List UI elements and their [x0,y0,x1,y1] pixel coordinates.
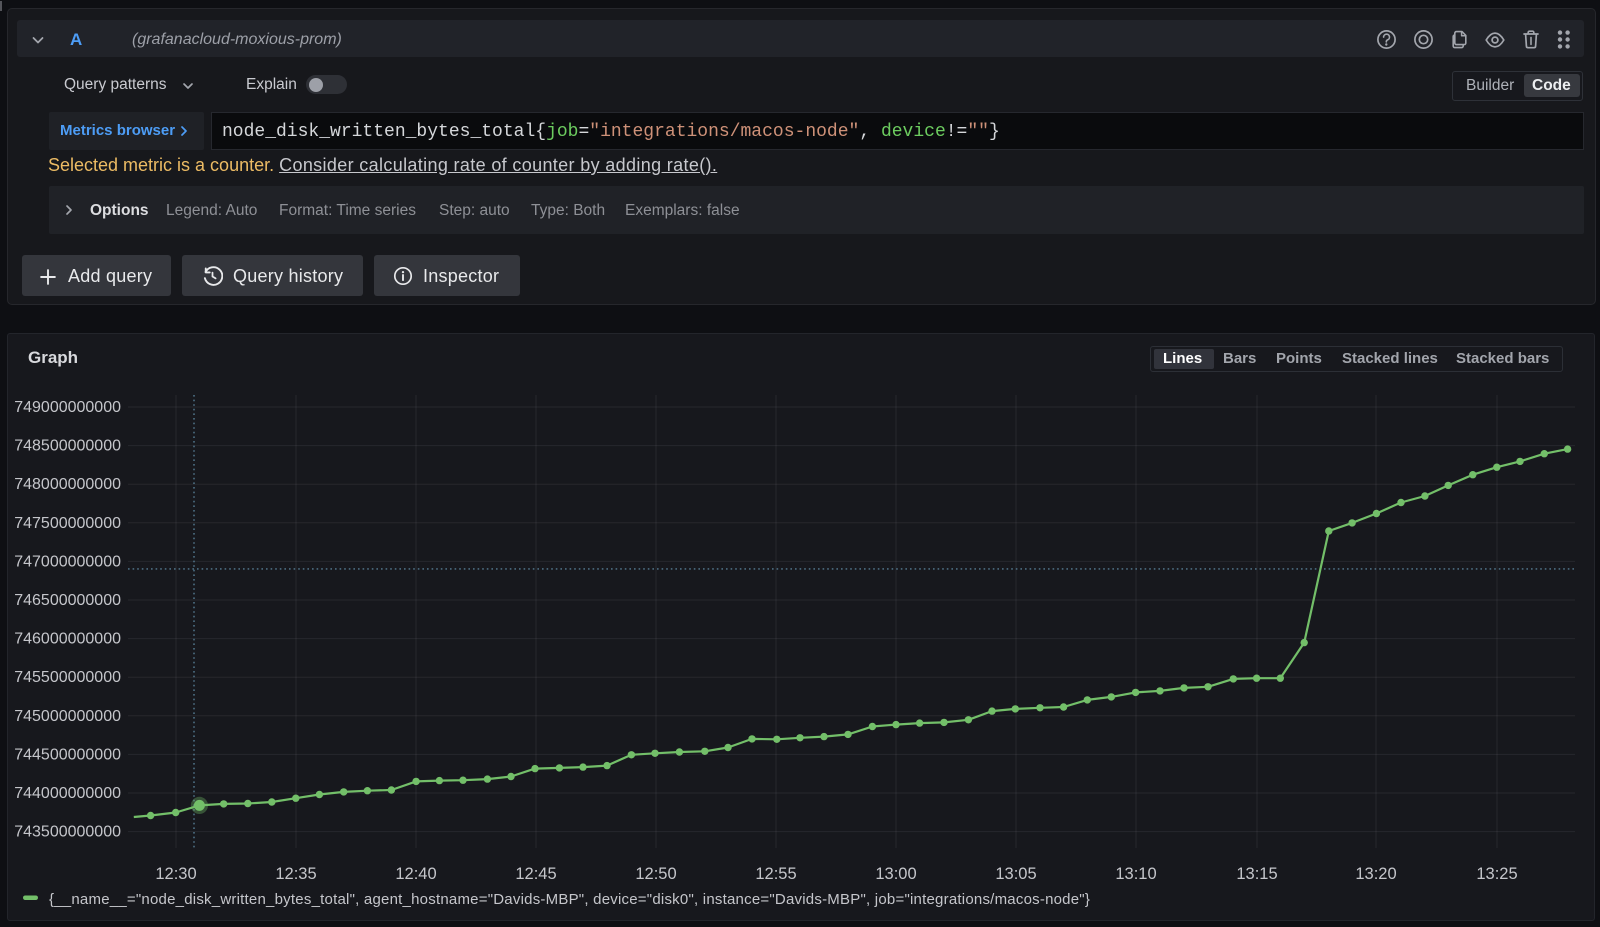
svg-text:745000000000: 745000000000 [14,708,121,725]
svg-text:12:35: 12:35 [275,865,316,883]
svg-text:13:10: 13:10 [1115,865,1156,883]
svg-text:12:50: 12:50 [635,865,676,883]
svg-text:747000000000: 747000000000 [14,553,121,570]
svg-text:13:00: 13:00 [875,865,916,883]
svg-text:13:15: 13:15 [1236,865,1277,883]
svg-text:13:05: 13:05 [995,865,1036,883]
svg-text:744000000000: 744000000000 [14,785,121,802]
svg-text:744500000000: 744500000000 [14,746,121,763]
svg-text:13:25: 13:25 [1476,865,1517,883]
svg-text:747500000000: 747500000000 [14,515,121,532]
svg-text:746500000000: 746500000000 [14,592,121,609]
svg-text:12:55: 12:55 [755,865,796,883]
svg-text:743500000000: 743500000000 [14,824,121,841]
svg-text:746000000000: 746000000000 [14,631,121,648]
svg-text:12:30: 12:30 [155,865,196,883]
svg-text:745500000000: 745500000000 [14,669,121,686]
svg-text:749000000000: 749000000000 [14,399,121,416]
svg-text:13:20: 13:20 [1355,865,1396,883]
svg-text:12:40: 12:40 [395,865,436,883]
svg-text:12:45: 12:45 [515,865,556,883]
svg-text:748000000000: 748000000000 [14,476,121,493]
svg-text:748500000000: 748500000000 [14,438,121,455]
